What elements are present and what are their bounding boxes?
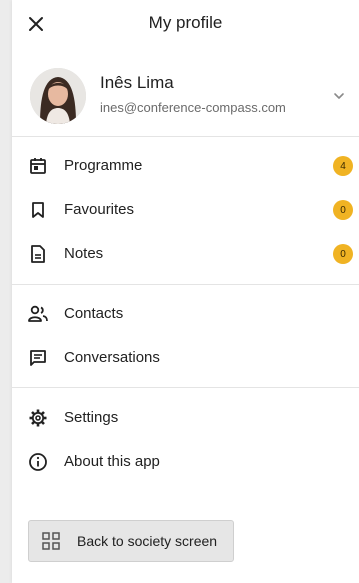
menu-label: Favourites (64, 201, 135, 218)
menu-label: Conversations (64, 349, 160, 366)
note-icon (26, 242, 50, 266)
back-to-society-button[interactable]: Back to society screen (28, 520, 234, 562)
calendar-icon (26, 154, 50, 178)
gear-icon (26, 406, 50, 430)
menu-label: Settings (64, 409, 119, 426)
chevron-down-icon[interactable] (329, 86, 349, 106)
menu-label: About this app (64, 453, 160, 470)
divider (12, 284, 359, 285)
menu-label: Contacts (64, 305, 124, 322)
grid-icon (42, 532, 60, 550)
chat-icon (26, 346, 50, 370)
count-badge: 0 (333, 244, 353, 264)
menu-item-conversations[interactable]: Conversations (12, 336, 359, 380)
menu-label: Programme (64, 157, 143, 174)
menu-item-contacts[interactable]: Contacts (12, 292, 359, 336)
count-badge: 0 (333, 200, 353, 220)
count-badge: 4 (333, 156, 353, 176)
menu-item-favourites[interactable]: Favourites 0 (12, 188, 359, 232)
avatar (30, 68, 86, 124)
profile-drawer: My profile Inês Lima ines@conference-com… (12, 0, 359, 583)
profile-card[interactable]: Inês Lima ines@conference-compass.com (12, 56, 359, 136)
info-icon (26, 450, 50, 474)
menu-item-about[interactable]: About this app (12, 440, 359, 484)
contacts-icon (26, 302, 50, 326)
menu-item-programme[interactable]: Programme 4 (12, 144, 359, 188)
menu-label: Notes (64, 245, 104, 262)
drawer-header: My profile (12, 0, 359, 48)
back-button-label: Back to society screen (77, 533, 218, 549)
divider (12, 387, 359, 388)
menu-item-notes[interactable]: Notes 0 (12, 232, 359, 276)
profile-name: Inês Lima (100, 73, 174, 92)
divider (12, 136, 359, 137)
profile-email: ines@conference-compass.com (100, 100, 286, 115)
menu-item-settings[interactable]: Settings (12, 396, 359, 440)
page-title: My profile (148, 13, 223, 32)
bookmark-icon (26, 198, 50, 222)
